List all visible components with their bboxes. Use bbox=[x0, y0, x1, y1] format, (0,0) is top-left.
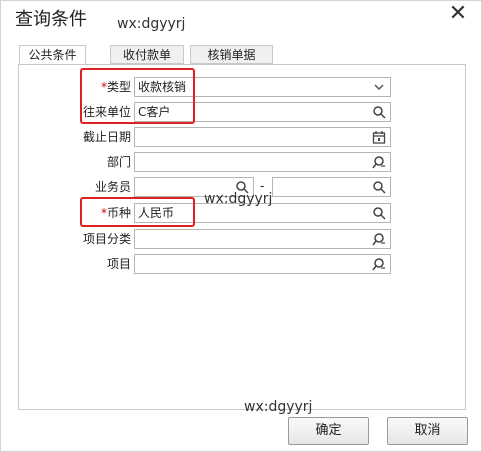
search-icon[interactable] bbox=[372, 180, 386, 194]
calendar-icon[interactable] bbox=[372, 130, 386, 144]
project-field[interactable] bbox=[134, 254, 391, 274]
tab-receipt-payment[interactable]: 收付款单 bbox=[110, 45, 184, 64]
tab-common-conditions[interactable]: 公共条件 bbox=[19, 45, 86, 65]
salesman-label: 业务员 bbox=[94, 180, 131, 194]
project-category-label: 项目分类 bbox=[82, 232, 131, 246]
project-label: 项目 bbox=[106, 257, 131, 271]
highlight-box-currency bbox=[80, 197, 195, 227]
deadline-label: 截止日期 bbox=[82, 130, 131, 144]
salesman-to-field[interactable] bbox=[272, 177, 391, 197]
query-conditions-dialog: 查询条件 ✕ wx:dgyyrj 公共条件 收付款单 核销单据 *类型 收款核销… bbox=[0, 0, 482, 452]
watermark: wx:dgyyrj bbox=[204, 191, 273, 207]
project-category-field[interactable] bbox=[134, 229, 391, 249]
search-filter-icon[interactable] bbox=[372, 232, 386, 246]
search-filter-icon[interactable] bbox=[372, 257, 386, 271]
deadline-date-field[interactable] bbox=[134, 127, 391, 147]
tab-writeoff-documents[interactable]: 核销单据 bbox=[190, 45, 273, 64]
dialog-title: 查询条件 bbox=[15, 9, 87, 30]
close-icon[interactable]: ✕ bbox=[446, 3, 470, 27]
watermark: wx:dgyyrj bbox=[117, 16, 186, 32]
cancel-button[interactable]: 取消 bbox=[387, 417, 468, 445]
search-icon[interactable] bbox=[372, 206, 386, 220]
search-icon[interactable] bbox=[372, 105, 386, 119]
department-label: 部门 bbox=[106, 155, 131, 169]
department-field[interactable] bbox=[134, 152, 391, 172]
watermark: wx:dgyyrj bbox=[244, 399, 313, 415]
highlight-box-type-partner bbox=[80, 68, 195, 124]
chevron-down-icon bbox=[374, 84, 384, 91]
ok-button[interactable]: 确定 bbox=[288, 417, 369, 445]
search-filter-icon[interactable] bbox=[372, 155, 386, 169]
